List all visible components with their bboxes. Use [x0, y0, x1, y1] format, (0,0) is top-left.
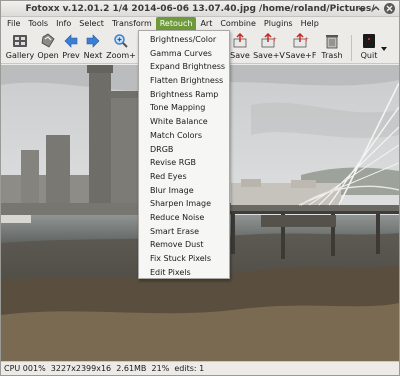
trash-button[interactable]: Trash	[315, 33, 349, 60]
menu-item-sharpen-image[interactable]: Sharpen Image	[139, 197, 229, 211]
menu-select[interactable]: Select	[75, 17, 108, 31]
menu-item-drgb[interactable]: DRGB	[139, 143, 229, 157]
menu-combine[interactable]: Combine	[216, 17, 260, 31]
menu-item-brightness-ramp[interactable]: Brightness Ramp	[139, 88, 229, 102]
menu-transform[interactable]: Transform	[108, 17, 156, 31]
menu-file[interactable]: File	[3, 17, 24, 31]
svg-text:+: +	[304, 36, 309, 43]
quit-icon	[361, 33, 377, 49]
retouch-menu: Brightness/Color Gamma Curves Expand Bri…	[138, 30, 230, 279]
close-icon[interactable]	[384, 3, 395, 14]
menu-item-remove-dust[interactable]: Remove Dust	[139, 238, 229, 252]
menu-item-match-colors[interactable]: Match Colors	[139, 129, 229, 143]
menu-item-tone-mapping[interactable]: Tone Mapping	[139, 101, 229, 115]
menu-help[interactable]: Help	[297, 17, 323, 31]
dropdown-arrow-icon	[376, 41, 392, 57]
zoom-in-button[interactable]: Zoom+	[104, 33, 138, 60]
next-arrow-icon	[85, 33, 101, 49]
window-controls	[356, 3, 395, 14]
menu-tools[interactable]: Tools	[24, 17, 52, 31]
status-bar: CPU 001% 3227x2399x16 2.61MB 21% edits: …	[1, 361, 399, 375]
svg-text:+: +	[272, 36, 277, 43]
menu-item-red-eyes[interactable]: Red Eyes	[139, 170, 229, 184]
minimize-icon[interactable]	[356, 3, 367, 14]
menu-info[interactable]: Info	[52, 17, 75, 31]
menu-item-revise-rgb[interactable]: Revise RGB	[139, 156, 229, 170]
fotoxx-window: Fotoxx v.12.01.2 1/4 2014-06-06 13.07.40…	[0, 0, 400, 376]
menu-item-flatten-brightness[interactable]: Flatten Brightness	[139, 74, 229, 88]
menu-art[interactable]: Art	[196, 17, 216, 31]
save-file-button[interactable]: + Save+F	[284, 33, 318, 60]
title-bar[interactable]: Fotoxx v.12.01.2 1/4 2014-06-06 13.07.40…	[1, 1, 399, 17]
menu-plugins[interactable]: Plugins	[260, 17, 297, 31]
menu-item-reduce-noise[interactable]: Reduce Noise	[139, 211, 229, 225]
status-text: CPU 001% 3227x2399x16 2.61MB 21% edits: …	[4, 364, 205, 373]
window-title: Fotoxx v.12.01.2 1/4 2014-06-06 13.07.40…	[25, 3, 375, 14]
maximize-icon[interactable]	[370, 3, 381, 14]
menu-item-smart-erase[interactable]: Smart Erase	[139, 225, 229, 239]
zoom-in-icon	[113, 33, 129, 49]
menu-item-edit-pixels[interactable]: Edit Pixels	[139, 266, 229, 280]
menu-item-blur-image[interactable]: Blur Image	[139, 184, 229, 198]
gallery-icon	[12, 33, 28, 49]
menu-retouch[interactable]: Retouch	[155, 17, 197, 31]
menu-item-gamma-curves[interactable]: Gamma Curves	[139, 47, 229, 61]
menu-item-brightness-color[interactable]: Brightness/Color	[139, 33, 229, 47]
save-version-button[interactable]: + Save+V	[252, 33, 286, 60]
save-file-icon: +	[293, 33, 309, 49]
menu-item-fix-stuck-pixels[interactable]: Fix Stuck Pixels	[139, 252, 229, 266]
menu-item-expand-brightness[interactable]: Expand Brightness	[139, 60, 229, 74]
save-version-icon: +	[261, 33, 277, 49]
menu-bar: File Tools Info Select Transform Retouch…	[1, 17, 399, 31]
menu-item-white-balance[interactable]: White Balance	[139, 115, 229, 129]
trash-icon	[324, 33, 340, 49]
save-icon	[232, 33, 248, 49]
quit-menu-toggle[interactable]	[377, 41, 391, 57]
